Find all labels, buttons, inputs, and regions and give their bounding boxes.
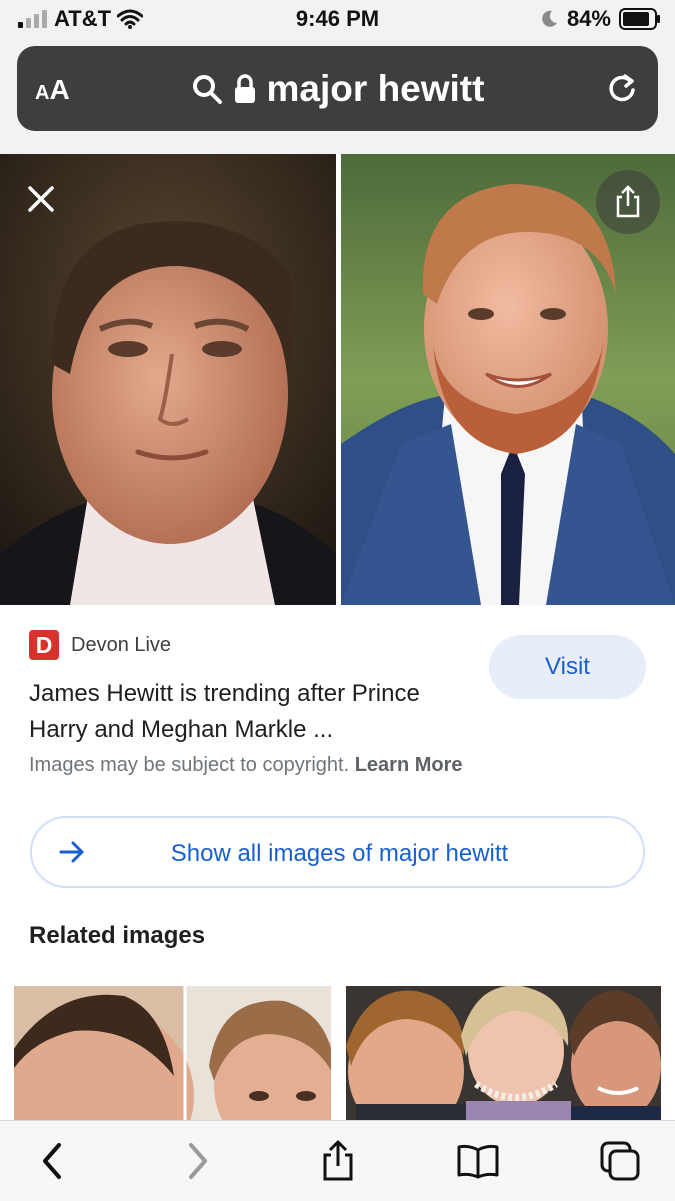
- chevron-right-icon: [189, 1143, 207, 1179]
- portrait-illustration-left: [0, 154, 336, 605]
- copyright-text: Images may be subject to copyright.: [29, 754, 350, 776]
- related-thumbnail-2: [346, 986, 661, 1120]
- main-image-left-portrait[interactable]: [0, 154, 336, 605]
- visit-button[interactable]: Visit: [489, 635, 646, 699]
- close-icon[interactable]: [24, 182, 58, 216]
- source-name: Devon Live: [71, 633, 172, 656]
- browser-toolbar: [0, 1120, 675, 1201]
- book-icon: [457, 1144, 499, 1179]
- result-title[interactable]: James Hewitt is trending after Prince Ha…: [29, 676, 479, 748]
- bookmarks-button[interactable]: [456, 1139, 500, 1183]
- related-thumbnail-1: [14, 986, 331, 1120]
- share-icon: [616, 185, 640, 218]
- battery-group: 84%: [539, 6, 661, 32]
- lock-icon: [234, 74, 255, 103]
- related-images-heading: Related images: [29, 922, 206, 949]
- chevron-left-icon: [43, 1143, 61, 1179]
- source-favicon: D: [29, 630, 59, 660]
- learn-more-link[interactable]: Learn More: [355, 754, 463, 776]
- address-text: major hewitt: [266, 68, 485, 109]
- tabs-icon: [600, 1141, 640, 1181]
- tabs-button[interactable]: [598, 1139, 642, 1183]
- back-button[interactable]: [30, 1139, 74, 1183]
- show-all-label: Show all images of major hewitt: [170, 840, 509, 867]
- browser-top-area: AA major hewitt: [0, 40, 675, 154]
- forward-button[interactable]: [176, 1139, 220, 1183]
- related-image-2[interactable]: [346, 986, 661, 1120]
- address-field[interactable]: major hewitt: [17, 68, 658, 110]
- battery-percent: 84%: [566, 6, 611, 31]
- share-icon: [323, 1140, 353, 1181]
- address-bar[interactable]: AA major hewitt: [17, 46, 658, 131]
- share-image-button[interactable]: [596, 170, 660, 234]
- share-page-button[interactable]: [316, 1139, 360, 1183]
- moon-icon: [542, 10, 557, 27]
- result-title-line-2: Harry and Meghan Markle ...: [29, 716, 334, 743]
- main-image-right-portrait[interactable]: [341, 154, 675, 605]
- status-bar: AT&T 9:46 PM 84%: [0, 0, 675, 40]
- reload-icon[interactable]: [606, 72, 638, 104]
- show-all-images-button[interactable]: Show all images of major hewitt: [30, 816, 645, 888]
- battery-icon: [619, 8, 660, 30]
- search-icon: [192, 75, 222, 104]
- source-attribution[interactable]: D Devon Live: [29, 630, 171, 660]
- copyright-notice: Images may be subject to copyright. Lear…: [29, 754, 463, 777]
- result-title-line-1: James Hewitt is trending after Prince: [29, 680, 420, 707]
- image-viewer: [0, 154, 675, 605]
- related-image-1[interactable]: [14, 986, 331, 1120]
